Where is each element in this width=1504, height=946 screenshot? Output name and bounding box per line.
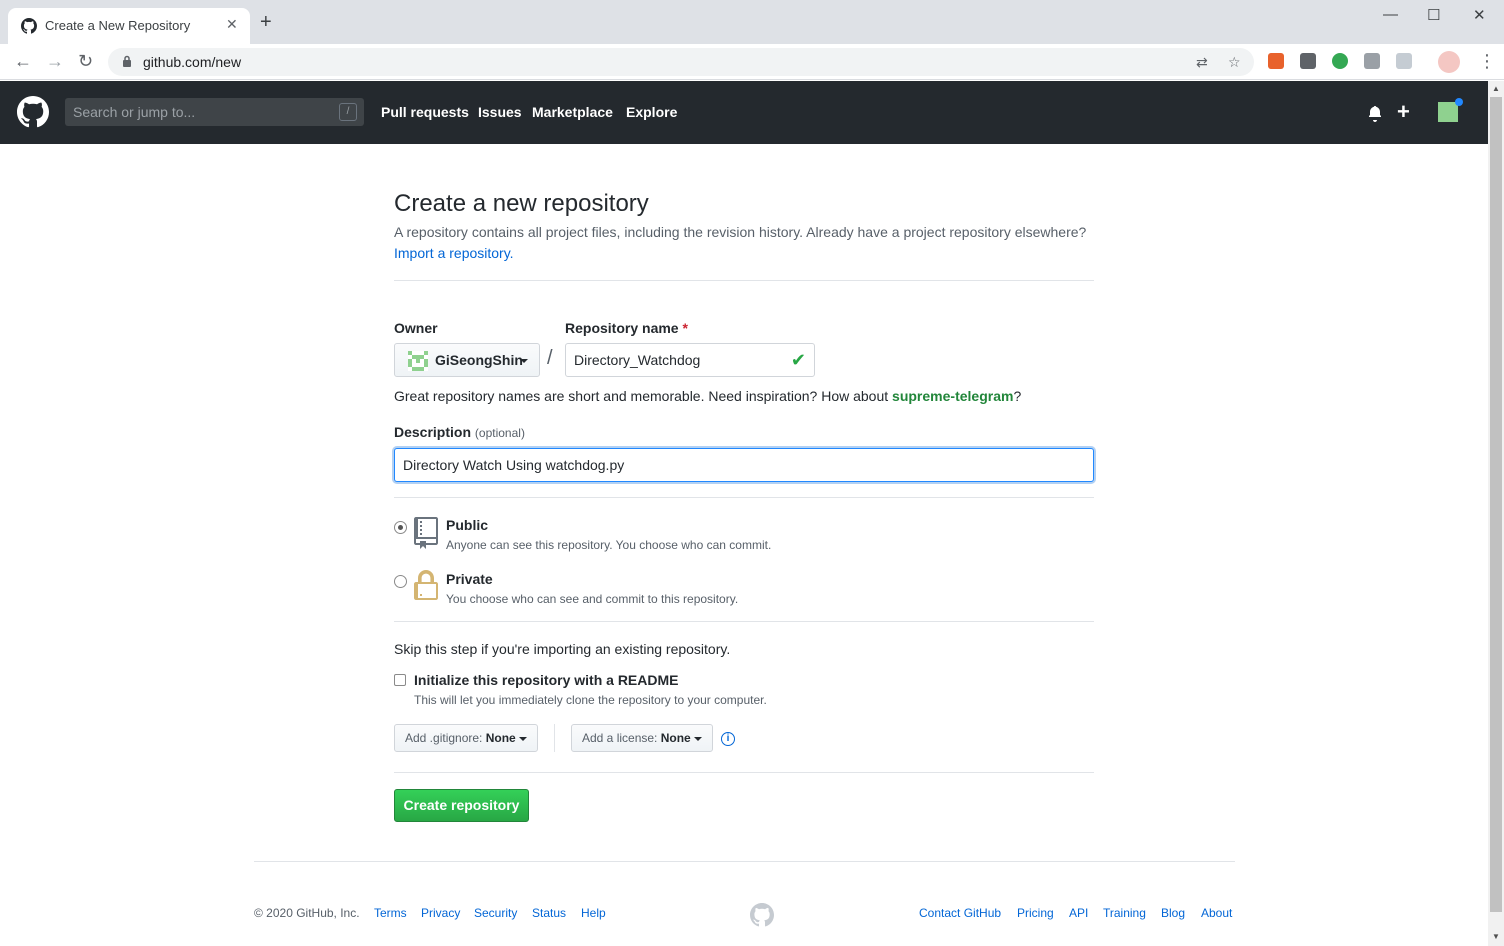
divider	[394, 621, 1094, 622]
extension-ex-icon[interactable]	[1268, 53, 1284, 69]
select-divider	[554, 724, 555, 752]
page-title: Create a new repository	[394, 190, 649, 217]
extension-info-icon[interactable]	[1300, 53, 1316, 69]
footer-link-blog[interactable]: Blog	[1161, 906, 1185, 920]
footer-link-contact[interactable]: Contact GitHub	[919, 906, 1001, 920]
github-favicon-icon	[21, 18, 37, 34]
skip-hint: Skip this step if you're importing an ex…	[394, 641, 731, 657]
info-icon[interactable]: i	[721, 732, 735, 746]
lock-icon	[414, 570, 438, 600]
owner-avatar	[408, 351, 428, 371]
check-icon: ✔	[790, 350, 806, 370]
footer-copyright: © 2020 GitHub, Inc.	[254, 906, 360, 920]
scroll-up-icon[interactable]: ▲	[1492, 84, 1500, 93]
footer-divider	[254, 861, 1235, 862]
repo-name-label: Repository name *	[565, 320, 688, 336]
owner-select[interactable]: GiSeongShin	[394, 343, 540, 377]
window-close-icon[interactable]: ✕	[1473, 6, 1486, 24]
create-caret-icon[interactable]	[1414, 111, 1422, 115]
bookmark-star-icon[interactable]: ☆	[1228, 54, 1241, 71]
footer-link-pricing[interactable]: Pricing	[1017, 906, 1054, 920]
description-label: Description (optional)	[394, 424, 525, 440]
user-menu-caret-icon[interactable]	[1462, 111, 1470, 115]
notification-dot	[1455, 98, 1463, 106]
footer-link-help[interactable]: Help	[581, 906, 606, 920]
repository-name-input[interactable]: Directory_Watchdog ✔	[565, 343, 815, 377]
footer-link-terms[interactable]: Terms	[374, 906, 407, 920]
reload-icon[interactable]: ↻	[78, 51, 93, 71]
owner-caret-icon	[520, 359, 528, 363]
required-mark: *	[682, 320, 688, 336]
search-input[interactable]: Search or jump to... /	[65, 98, 364, 126]
nav-pull-requests[interactable]: Pull requests	[381, 104, 469, 120]
github-logo-icon[interactable]	[17, 96, 49, 128]
private-description: You choose who can see and commit to thi…	[446, 592, 739, 606]
tab-title: Create a New Repository	[45, 18, 191, 33]
user-avatar[interactable]	[1438, 102, 1458, 122]
extension-v-icon[interactable]	[1364, 53, 1380, 69]
private-radio[interactable]	[394, 575, 407, 588]
search-shortcut-hint: /	[339, 103, 357, 121]
scroll-down-icon[interactable]: ▼	[1492, 932, 1500, 941]
minimize-icon[interactable]: —	[1383, 6, 1398, 23]
repository-name-value: Directory_Watchdog	[574, 352, 701, 368]
new-tab-icon[interactable]: +	[260, 12, 272, 32]
divider	[394, 772, 1094, 773]
github-header: Search or jump to... / Pull requests Iss…	[0, 81, 1488, 144]
github-footer-logo-icon[interactable]	[750, 903, 774, 927]
footer-link-about[interactable]: About	[1201, 906, 1232, 920]
browser-toolbar: ← → ↻ github.com/new ⇄ ☆ ⋮	[0, 44, 1504, 80]
private-title: Private	[446, 571, 493, 587]
back-icon[interactable]: ←	[14, 51, 32, 71]
divider	[394, 280, 1094, 281]
public-description: Anyone can see this repository. You choo…	[446, 538, 772, 552]
import-repository-link[interactable]: Import a repository.	[394, 245, 514, 261]
owner-name: GiSeongShin	[435, 352, 523, 368]
lock-icon	[123, 55, 131, 67]
footer-link-privacy[interactable]: Privacy	[421, 906, 460, 920]
nav-issues[interactable]: Issues	[478, 104, 522, 120]
description-input[interactable]: Directory Watch Using watchdog.py	[394, 448, 1094, 482]
footer-link-security[interactable]: Security	[474, 906, 517, 920]
owner-label: Owner	[394, 320, 438, 336]
forward-icon[interactable]: →	[46, 51, 64, 71]
extension-globe-icon[interactable]	[1332, 53, 1348, 69]
extension-cast-icon[interactable]	[1396, 53, 1412, 69]
address-bar[interactable]: github.com/new ⇄ ☆	[108, 48, 1254, 76]
footer-link-training[interactable]: Training	[1103, 906, 1146, 920]
footer-link-api[interactable]: API	[1069, 906, 1088, 920]
translate-icon[interactable]: ⇄	[1196, 54, 1208, 71]
public-radio[interactable]	[394, 521, 407, 534]
browser-tab-bar: Create a New Repository ✕ + — ☐ ✕	[0, 0, 1504, 44]
search-placeholder: Search or jump to...	[73, 104, 196, 120]
page-subtitle: A repository contains all project files,…	[394, 224, 1087, 240]
divider	[394, 497, 1094, 498]
browser-tab[interactable]: Create a New Repository ✕	[8, 8, 250, 44]
nav-explore[interactable]: Explore	[626, 104, 677, 120]
url-text: github.com/new	[143, 54, 242, 70]
license-select[interactable]: Add a license: None	[571, 724, 714, 752]
create-repository-button[interactable]: Create repository	[394, 789, 529, 822]
readme-title[interactable]: Initialize this repository with a README	[414, 672, 678, 688]
description-value: Directory Watch Using watchdog.py	[403, 457, 625, 473]
repo-book-icon	[414, 517, 438, 549]
owner-repo-separator: /	[547, 347, 553, 369]
footer-link-status[interactable]: Status	[532, 906, 566, 920]
public-title: Public	[446, 517, 489, 533]
create-new-plus-icon[interactable]: +	[1397, 99, 1410, 125]
page-scrollbar[interactable]: ▲ ▼	[1488, 81, 1504, 946]
suggested-name-link[interactable]: supreme-telegram	[892, 388, 1013, 404]
maximize-icon[interactable]: ☐	[1427, 6, 1440, 24]
nav-marketplace[interactable]: Marketplace	[532, 104, 613, 120]
readme-checkbox[interactable]	[394, 674, 406, 686]
scroll-thumb[interactable]	[1490, 97, 1502, 912]
profile-avatar[interactable]	[1438, 51, 1460, 73]
name-suggestion-hint: Great repository names are short and mem…	[394, 388, 1022, 404]
browser-menu-icon[interactable]: ⋮	[1478, 51, 1496, 71]
readme-description: This will let you immediately clone the …	[414, 693, 767, 707]
gitignore-select[interactable]: Add .gitignore: None	[394, 724, 539, 752]
bell-icon[interactable]	[1368, 106, 1382, 122]
tab-close-icon[interactable]: ✕	[226, 16, 238, 33]
